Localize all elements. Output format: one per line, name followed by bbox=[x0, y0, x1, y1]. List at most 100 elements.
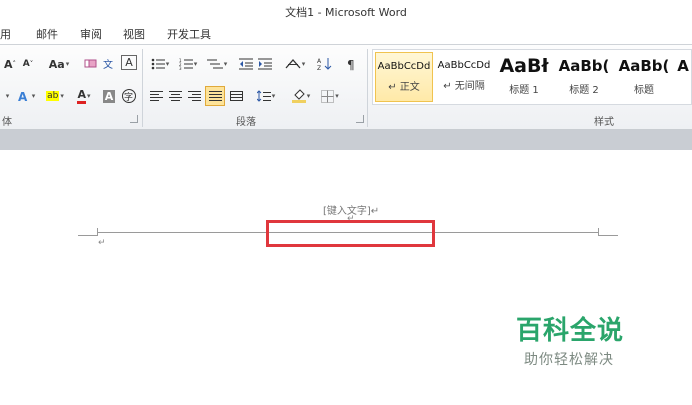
chevron-down-icon: ▾ bbox=[5, 92, 10, 100]
numbered-list-icon: 123 bbox=[179, 58, 193, 70]
paragraph-mark-icon: ↵ bbox=[98, 238, 106, 248]
chinese-layout-button[interactable]: ▾ bbox=[282, 55, 308, 73]
group-separator bbox=[142, 49, 143, 127]
shrink-font-label: A bbox=[22, 59, 30, 69]
ribbon: A ˄ A ˅ Aa ▾ 文 A ▾ A ▾ ab ▾ A ▾ A 字 体 ▾ 1 2 3 ▾ ▾ bbox=[0, 44, 692, 130]
ribbon-tabs: 用 邮件 审阅 视图 开发工具 bbox=[0, 22, 692, 44]
highlight-button[interactable]: ab ▾ bbox=[42, 87, 68, 105]
tab-references[interactable]: 用 bbox=[0, 26, 11, 42]
text-effect-icon: A bbox=[18, 90, 28, 103]
character-shading-label: A bbox=[102, 89, 116, 103]
document-frame bbox=[0, 130, 692, 150]
tab-view[interactable]: 视图 bbox=[123, 26, 145, 42]
align-center-button[interactable] bbox=[167, 87, 183, 105]
chevron-down-icon: ▾ bbox=[301, 60, 306, 68]
chevron-down-icon: ▾ bbox=[306, 92, 311, 100]
highlight-annotation-box bbox=[266, 220, 435, 247]
bullets-button[interactable]: ▾ bbox=[148, 55, 172, 73]
style-sample: AaBb( bbox=[558, 57, 610, 75]
chevron-down-icon: ▾ bbox=[31, 92, 36, 100]
numbering-button[interactable]: 1 2 3 ▾ bbox=[176, 55, 200, 73]
styles-gallery: AaBbCcDd ↵ 正文 AaBbCcDd ↵ 无间隔 AaBł 标题 1 A… bbox=[372, 49, 692, 105]
style-sample: A bbox=[677, 57, 689, 75]
style-sample: AaBbCcDd bbox=[377, 61, 431, 72]
style-heading-1[interactable]: AaBł 标题 1 bbox=[495, 52, 553, 102]
character-shading-button[interactable]: A bbox=[101, 87, 117, 105]
change-case-label: Aa bbox=[48, 57, 65, 71]
distributed-icon bbox=[229, 90, 243, 101]
sort-icon: AZ bbox=[317, 58, 332, 71]
svg-text:A: A bbox=[317, 58, 322, 65]
svg-text:文: 文 bbox=[103, 58, 113, 71]
grow-font-button[interactable]: A ˄ bbox=[2, 55, 18, 73]
tab-mailings[interactable]: 邮件 bbox=[36, 26, 58, 42]
enclose-character-label: 字 bbox=[121, 89, 136, 103]
paint-bucket-icon bbox=[291, 89, 306, 103]
style-name: 标题 bbox=[634, 85, 654, 96]
change-case-button[interactable]: Aa ▾ bbox=[46, 55, 72, 73]
show-marks-button[interactable]: ¶ bbox=[344, 55, 360, 73]
bullet-list-icon bbox=[151, 58, 165, 70]
align-right-icon bbox=[187, 90, 201, 101]
decrease-indent-button[interactable] bbox=[238, 55, 254, 73]
style-name: ↵ 正文 bbox=[388, 82, 420, 93]
svg-text:¶: ¶ bbox=[347, 58, 355, 71]
styles-group-label: 样式 bbox=[594, 117, 614, 128]
style-title[interactable]: AaBb( 标题 bbox=[615, 52, 673, 102]
chinese-layout-icon bbox=[285, 59, 301, 69]
svg-text:Z: Z bbox=[317, 65, 321, 71]
justify-button[interactable] bbox=[205, 86, 225, 106]
chevron-down-icon: ▾ bbox=[65, 60, 70, 68]
tab-developer[interactable]: 开发工具 bbox=[167, 26, 211, 42]
window-title: 文档1 - Microsoft Word bbox=[285, 6, 407, 19]
highlight-label: ab bbox=[46, 91, 60, 101]
style-sample: AaBbCcDd bbox=[437, 60, 491, 71]
font-color-button[interactable]: A ▾ bbox=[72, 87, 96, 105]
style-name: 标题 1 bbox=[509, 85, 539, 96]
clear-format-button[interactable] bbox=[82, 55, 100, 73]
style-sample: AaBb( bbox=[618, 57, 670, 75]
document-page[interactable]: [键入文字]↵ ↵ ↵ 百科全说 助你轻松解决 bbox=[0, 150, 692, 405]
distributed-button[interactable] bbox=[228, 87, 244, 105]
shading-button[interactable]: ▾ bbox=[288, 87, 314, 105]
line-spacing-icon bbox=[256, 90, 271, 102]
font-group-label: 体 bbox=[2, 117, 12, 128]
chevron-down-icon: ▾ bbox=[335, 92, 339, 100]
character-border-button[interactable]: A bbox=[121, 55, 137, 70]
text-effects-button[interactable]: A ▾ bbox=[14, 87, 38, 105]
margin-corner-left bbox=[78, 228, 98, 236]
line-spacing-button[interactable]: ▾ bbox=[254, 87, 278, 105]
align-left-button[interactable] bbox=[148, 87, 164, 105]
grow-font-label: A bbox=[3, 57, 13, 71]
align-right-button[interactable] bbox=[186, 87, 202, 105]
style-name: ↵ 无间隔 bbox=[443, 81, 485, 92]
text-effect-dropdown[interactable]: ▾ bbox=[2, 87, 12, 105]
margin-corner-right bbox=[598, 228, 618, 236]
enclose-character-button[interactable]: 字 bbox=[120, 87, 137, 105]
increase-indent-button[interactable] bbox=[257, 55, 273, 73]
pilcrow-icon: ¶ bbox=[347, 58, 355, 71]
style-subtitle[interactable]: A bbox=[675, 52, 691, 102]
chevron-down-icon: ▾ bbox=[60, 92, 64, 100]
paragraph-dialog-launcher-icon[interactable] bbox=[356, 115, 364, 123]
phonetic-icon: 文 bbox=[103, 58, 113, 71]
shrink-font-button[interactable]: A ˅ bbox=[20, 55, 36, 73]
watermark-logo: 百科全说 助你轻松解决 bbox=[516, 310, 646, 369]
tab-review[interactable]: 审阅 bbox=[80, 26, 102, 42]
paragraph-group-label: 段落 bbox=[236, 117, 256, 128]
multilevel-list-button[interactable]: ▾ bbox=[204, 55, 230, 73]
phonetic-guide-button[interactable]: 文 bbox=[101, 55, 119, 73]
style-no-spacing[interactable]: AaBbCcDd ↵ 无间隔 bbox=[435, 52, 493, 102]
border-grid-icon bbox=[321, 89, 335, 103]
style-normal[interactable]: AaBbCcDd ↵ 正文 bbox=[375, 52, 433, 102]
sort-button[interactable]: AZ bbox=[316, 55, 334, 73]
watermark-title: 百科全说 bbox=[516, 316, 625, 346]
font-dialog-launcher-icon[interactable] bbox=[130, 115, 138, 123]
character-border-label: A bbox=[125, 56, 133, 69]
down-mark-icon: ˅ bbox=[29, 60, 34, 68]
chevron-down-icon: ▾ bbox=[87, 92, 91, 100]
eraser-icon bbox=[84, 59, 97, 68]
chevron-down-icon: ▾ bbox=[193, 60, 198, 68]
borders-button[interactable]: ▾ bbox=[318, 87, 342, 105]
style-heading-2[interactable]: AaBb( 标题 2 bbox=[555, 52, 613, 102]
